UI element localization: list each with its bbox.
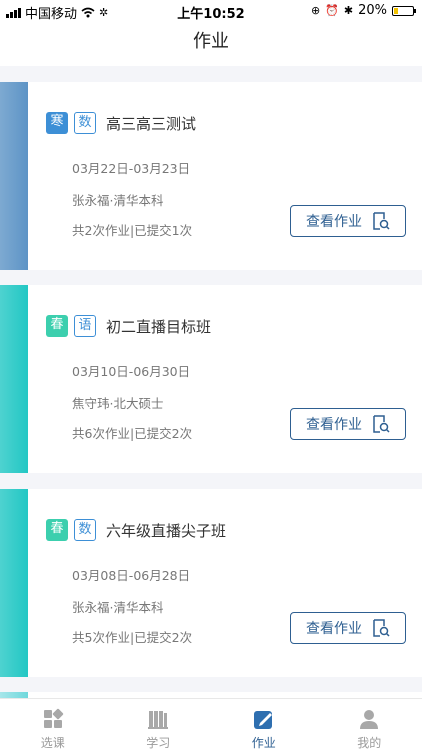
course-name: 高三高三测试 [106,114,197,133]
course-title-row: 春 数 六年级直播尖子班 [46,519,226,541]
tab-label: 作业 [251,736,276,750]
person-icon [317,708,422,730]
battery-percent: 20% [358,3,387,18]
course-card[interactable]: 春 数 六年级直播尖子班 03月08日-06月28日 张永福·清华本科 共5次作… [0,489,422,677]
date-range: 03月10日-06月30日 [72,364,191,379]
card-stripe [0,285,28,473]
tab-study[interactable]: 学习 [106,699,212,750]
status-bar: 中国移动 ✲ 上午10:52 ⊕ ⏰ ✱ 20% [0,0,422,22]
grid-icon [0,708,106,730]
view-homework-button[interactable]: 查看作业 [290,612,406,644]
view-homework-button[interactable]: 查看作业 [290,408,406,440]
course-title-row: 寒 数 高三高三测试 [46,112,196,134]
course-name: 初二直播目标班 [106,317,212,336]
course-card[interactable]: 春 语 初二直播目标班 03月10日-06月30日 焦守玮·北大硕士 共6次作业… [0,285,422,473]
teacher-info: 焦守玮·北大硕士 [72,396,164,411]
document-search-icon [373,212,390,230]
card-stripe [0,489,28,677]
tab-courses[interactable]: 选课 [0,699,106,750]
season-tag: 寒 [46,112,68,134]
view-homework-button[interactable]: 查看作业 [290,205,406,237]
season-tag: 春 [46,315,68,337]
teacher-info: 张永福·清华本科 [72,193,164,208]
document-search-icon [373,415,390,433]
season-tag: 春 [46,519,68,541]
view-homework-label: 查看作业 [306,214,362,230]
tab-label: 我的 [357,736,382,750]
subject-tag: 数 [74,519,96,541]
nav-bar: 作业 [0,22,422,66]
subject-tag: 数 [74,112,96,134]
bluetooth-icon: ✱ [343,4,354,17]
tab-label: 选课 [40,736,65,750]
edit-icon [211,708,317,730]
course-title-row: 春 语 初二直播目标班 [46,315,211,337]
homework-stats: 共2次作业|已提交1次 [72,223,193,238]
books-icon [106,708,212,730]
lock-rotation-icon: ⊕ [310,4,321,17]
view-homework-label: 查看作业 [306,621,362,637]
teacher-info: 张永福·清华本科 [72,600,164,615]
course-card[interactable]: 寒 数 高三高三测试 03月22日-03月23日 张永福·清华本科 共2次作业|… [0,82,422,270]
homework-stats: 共5次作业|已提交2次 [72,630,193,645]
course-name: 六年级直播尖子班 [106,521,227,540]
tab-homework[interactable]: 作业 [211,699,317,750]
card-stripe [0,82,28,270]
date-range: 03月08日-06月28日 [72,568,191,583]
page-title: 作业 [193,31,229,52]
alarm-icon: ⏰ [325,4,339,17]
view-homework-label: 查看作业 [306,417,362,433]
homework-stats: 共6次作业|已提交2次 [72,426,193,441]
battery-icon [392,5,416,16]
status-right: ⊕ ⏰ ✱ 20% [310,3,416,18]
date-range: 03月22日-03月23日 [72,161,191,176]
tab-me[interactable]: 我的 [317,699,422,750]
subject-tag: 语 [74,315,96,337]
tab-label: 学习 [146,736,171,750]
document-search-icon [373,619,390,637]
tab-bar: 选课 学习 作业 我的 [0,698,422,750]
